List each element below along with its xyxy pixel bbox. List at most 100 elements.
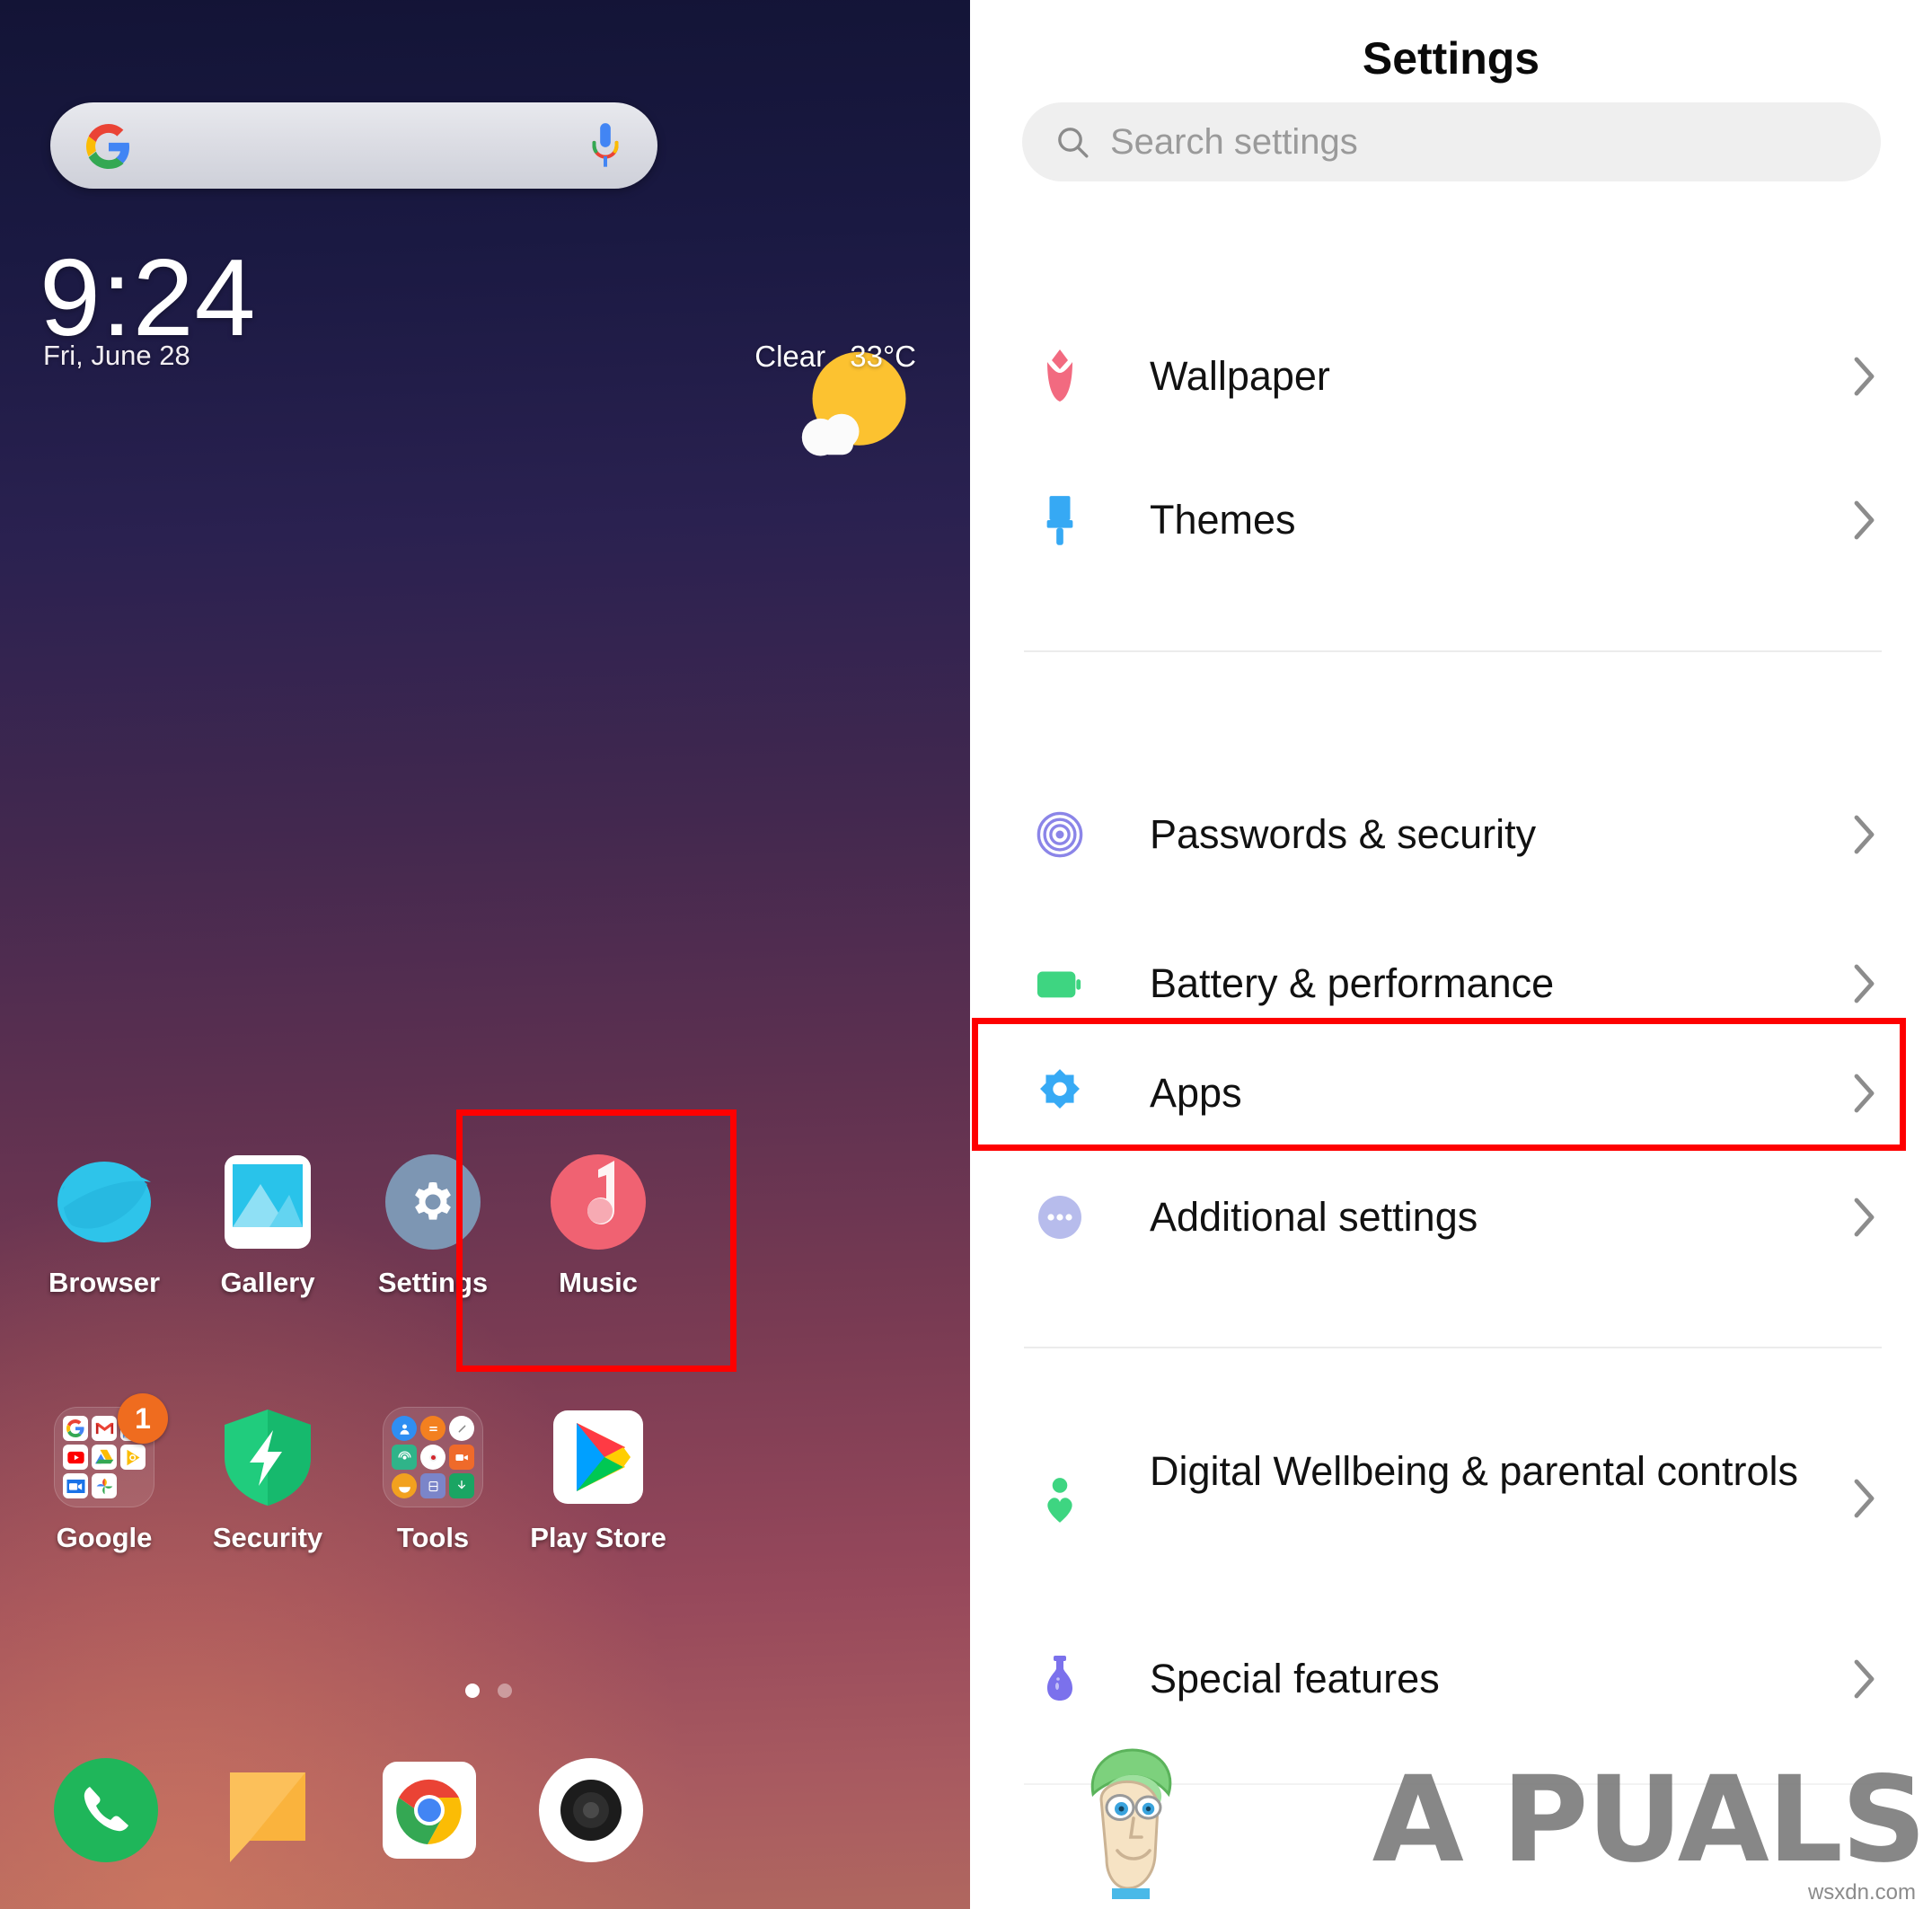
chevron-right-icon [1854, 1074, 1875, 1113]
settings-row-label: Passwords & security [1150, 810, 1537, 857]
chevron-right-icon [1854, 500, 1875, 540]
settings-row-digital-wellbeing[interactable]: Digital Wellbeing & parental controls [970, 1425, 1932, 1578]
app-play-store[interactable]: Play Store [517, 1407, 679, 1554]
app-label: Tools [396, 1522, 470, 1553]
chevron-right-icon [1854, 815, 1875, 854]
app-browser[interactable]: Browser [23, 1152, 185, 1299]
app-label: Gallery [220, 1267, 315, 1298]
google-g-icon [86, 124, 130, 169]
settings-row-themes[interactable]: Themes [970, 467, 1932, 573]
dock-messages[interactable] [214, 1756, 322, 1864]
section-divider [1024, 1347, 1882, 1348]
chrome-icon [383, 1762, 476, 1859]
page-indicator-dot-inactive[interactable] [498, 1684, 512, 1698]
mini-scanner-icon [392, 1445, 417, 1470]
mini-google-drive-icon [92, 1445, 117, 1470]
dock-camera[interactable] [537, 1756, 645, 1864]
page-title: Settings [1362, 33, 1540, 84]
chevron-right-icon [1854, 964, 1875, 1003]
tulip-flower-icon [1024, 340, 1096, 412]
app-settings[interactable]: Settings [352, 1152, 514, 1299]
fingerprint-icon [1024, 799, 1096, 871]
settings-row-passwords-and-security[interactable]: Passwords & security [970, 782, 1932, 888]
music-note-icon [548, 1152, 648, 1252]
app-label: Music [559, 1267, 638, 1298]
app-music[interactable]: Music [517, 1152, 679, 1299]
app-label: Browser [48, 1267, 161, 1298]
android-home-screen: 9:24 Fri, June 28 Clear 33°C Browser Gal… [0, 0, 970, 1909]
camera-icon [539, 1758, 643, 1862]
microphone-icon[interactable] [587, 122, 623, 171]
page-indicator-dot-active[interactable] [465, 1684, 480, 1698]
mini-recorder-icon [420, 1445, 446, 1470]
wellbeing-person-heart-icon [1024, 1464, 1096, 1536]
phone-icon [54, 1758, 158, 1862]
mini-notes-icon [420, 1473, 446, 1498]
settings-row-label: Additional settings [1150, 1193, 1478, 1240]
clock-date: Fri, June 28 [43, 340, 190, 371]
source-watermark: wsxdn.com [1807, 1880, 1916, 1905]
settings-row-apps[interactable]: Apps [970, 1040, 1932, 1146]
apps-gear-icon [1024, 1057, 1096, 1129]
settings-row-wallpaper[interactable]: Wallpaper [970, 323, 1932, 429]
app-google-folder[interactable]: G [23, 1393, 185, 1554]
settings-row-special-features[interactable]: Special features [970, 1626, 1932, 1732]
clock-time[interactable]: 9:24 [40, 243, 256, 352]
watermark-text: A PUALS [1372, 1751, 1927, 1889]
mini-google-meet-icon [63, 1473, 88, 1498]
settings-row-label: Digital Wellbeing & parental controls [1150, 1448, 1799, 1494]
weather-summary: Clear 33°C [503, 340, 916, 374]
mini-calculator-icon [420, 1416, 446, 1441]
chevron-right-icon [1854, 1198, 1875, 1237]
settings-row-label: Battery & performance [1150, 959, 1555, 1006]
mini-weather-icon [392, 1473, 417, 1498]
app-label: Security [212, 1522, 323, 1553]
flask-icon [1024, 1643, 1096, 1715]
mini-video-icon [449, 1445, 474, 1470]
settings-gear-icon [383, 1152, 483, 1252]
mini-google-photos-icon [92, 1473, 117, 1498]
browser-icon [54, 1152, 154, 1252]
paint-brush-icon [1024, 484, 1096, 556]
app-security[interactable]: Security [187, 1407, 348, 1554]
mini-downloads-icon [449, 1473, 474, 1498]
screenshot-root: 9:24 Fri, June 28 Clear 33°C Browser Gal… [0, 0, 1932, 1909]
search-placeholder: Search settings [1110, 121, 1358, 162]
tools-folder-icon [383, 1407, 483, 1507]
chevron-right-icon [1854, 1479, 1875, 1518]
app-tools-folder[interactable]: Tools [352, 1407, 514, 1554]
settings-row-passwords-security[interactable] [970, 618, 1932, 724]
app-label: Play Store [530, 1522, 666, 1553]
app-label: Settings [377, 1267, 489, 1298]
chevron-right-icon [1854, 357, 1875, 396]
battery-icon [1024, 948, 1096, 1020]
search-icon [1058, 128, 1089, 158]
play-store-icon [548, 1407, 648, 1507]
settings-row-battery-performance[interactable]: Battery & performance [970, 931, 1932, 1037]
mini-gmail-icon [92, 1416, 117, 1441]
settings-row-label: Wallpaper [1150, 352, 1330, 399]
appuals-watermark: A PUALS [1372, 1744, 1927, 1896]
more-dots-icon [1024, 1181, 1096, 1253]
search-input[interactable]: Search settings [1022, 102, 1881, 181]
weather-temperature: 33°C [850, 340, 916, 373]
google-folder-icon: G [54, 1393, 168, 1507]
settings-app-panel: Settings Search settings Wallpaper Theme… [970, 0, 1932, 1909]
messages-icon [230, 1772, 305, 1862]
gallery-icon [217, 1152, 318, 1252]
mini-google-search-icon [63, 1416, 88, 1441]
settings-row-label: Themes [1150, 496, 1296, 543]
notification-badge: 1 [118, 1393, 168, 1444]
mini-youtube-icon [63, 1445, 88, 1470]
google-search-widget[interactable] [50, 102, 657, 189]
mini-contacts-icon [392, 1416, 417, 1441]
settings-row-additional-settings[interactable]: Additional settings [970, 1164, 1932, 1270]
app-label: Google [56, 1522, 153, 1553]
security-shield-icon [217, 1407, 318, 1507]
chevron-right-icon [1854, 1659, 1875, 1699]
app-gallery[interactable]: Gallery [187, 1152, 348, 1299]
settings-row-label: Apps [1150, 1069, 1242, 1116]
dock-chrome[interactable] [375, 1756, 483, 1864]
dock-phone[interactable] [52, 1756, 160, 1864]
settings-row-label: Special features [1150, 1655, 1440, 1701]
